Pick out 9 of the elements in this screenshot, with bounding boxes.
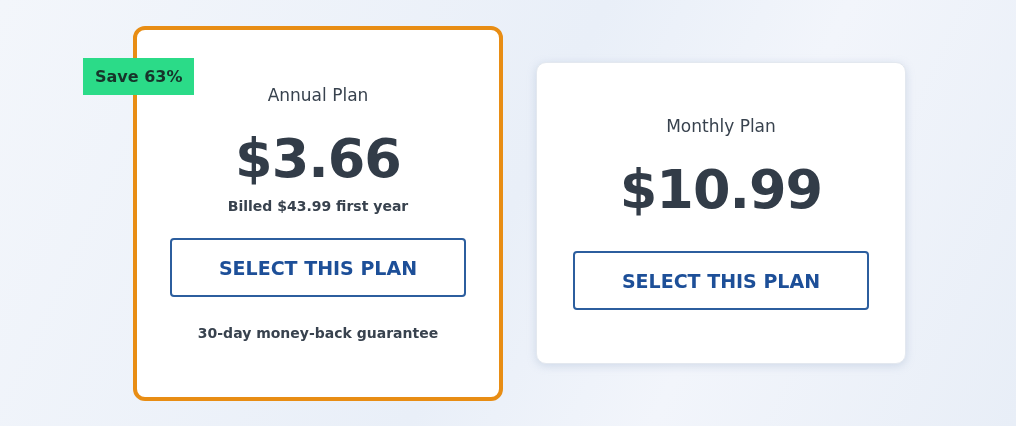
billing-note: Billed $43.99 first year xyxy=(227,198,409,215)
plan-name: Annual Plan xyxy=(267,84,369,105)
guarantee-note: 30-day money-back guarantee xyxy=(197,325,439,342)
plan-name: Monthly Plan xyxy=(666,115,776,136)
plan-price: $10.99 xyxy=(619,159,823,220)
plan-price: $3.66 xyxy=(235,128,401,189)
select-plan-button[interactable]: SELECT THIS PLAN xyxy=(170,238,466,298)
select-plan-button[interactable]: SELECT THIS PLAN xyxy=(573,251,869,311)
discount-badge: Save 63% xyxy=(83,57,195,95)
